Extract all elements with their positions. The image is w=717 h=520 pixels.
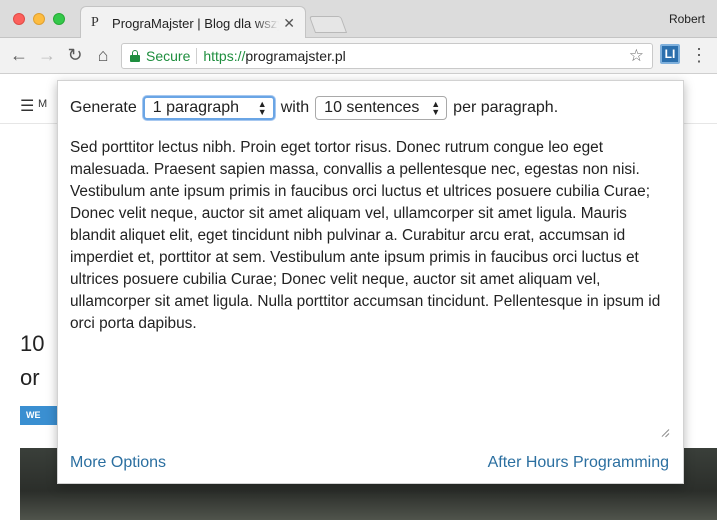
sentence-count-select[interactable]: 10 sentences ▲ ▼ — [315, 96, 448, 120]
url-host: programajster.pl — [245, 48, 346, 64]
tab-title: PrograMajster | Blog dla wszystkich — [112, 15, 279, 31]
generate-controls: Generate 1 paragraph ▲ ▼ with 10 sentence… — [70, 95, 558, 121]
favicon-icon: P — [91, 15, 99, 30]
after-hours-programming-link[interactable]: After Hours Programming — [488, 454, 669, 472]
select-updown-icon: ▲ ▼ — [257, 99, 267, 117]
home-icon[interactable]: ⌂ — [92, 44, 114, 66]
close-window-button[interactable] — [13, 13, 25, 25]
paragraph-count-select[interactable]: 1 paragraph ▲ ▼ — [142, 96, 275, 120]
reload-icon[interactable]: ↻ — [64, 44, 86, 66]
page-menu-label: M — [38, 98, 48, 110]
browser-menu-icon[interactable]: ⋮ — [690, 44, 708, 66]
forward-arrow-icon[interactable]: → — [36, 44, 58, 66]
paragraph-count-value: 1 paragraph — [152, 99, 240, 116]
article-heading-fragment-2[interactable]: or — [20, 365, 40, 391]
browser-tab[interactable]: P PrograMajster | Blog dla wszystkich ✕ — [80, 6, 306, 39]
hamburger-menu-icon[interactable]: ☰ — [20, 96, 34, 116]
lorem-ipsum-extension-icon[interactable]: LI — [660, 44, 680, 64]
generated-text-area[interactable]: Sed porttitor lectus nibh. Proin eget to… — [70, 137, 672, 439]
more-options-link[interactable]: More Options — [70, 454, 166, 472]
minimize-window-button[interactable] — [33, 13, 45, 25]
resize-handle-icon[interactable] — [659, 427, 669, 437]
lock-icon — [130, 50, 140, 62]
new-tab-button[interactable] — [308, 16, 348, 33]
tab-strip: P PrograMajster | Blog dla wszystkich ✕ … — [0, 0, 717, 39]
generate-label: Generate — [70, 99, 137, 116]
sentence-count-value: 10 sentences — [324, 99, 420, 116]
select-updown-icon: ▲ ▼ — [431, 99, 441, 117]
url-scheme: https:// — [203, 48, 246, 64]
close-tab-icon[interactable]: ✕ — [283, 15, 295, 32]
with-label: with — [280, 99, 310, 116]
bookmark-star-icon[interactable]: ☆ — [629, 46, 644, 66]
address-divider — [196, 48, 198, 64]
browser-window: P PrograMajster | Blog dla wszystkich ✕ … — [0, 0, 717, 520]
address-bar[interactable]: Secure https:// programajster.pl ☆ — [121, 43, 653, 69]
browser-toolbar: ← → ↻ ⌂ Secure https:// programajster.pl… — [0, 38, 717, 74]
back-arrow-icon[interactable]: ← — [8, 44, 30, 66]
secure-label: Secure — [146, 48, 191, 64]
category-badge[interactable]: WE — [20, 406, 58, 425]
zoom-window-button[interactable] — [53, 13, 65, 25]
per-paragraph-label: per paragraph. — [453, 99, 559, 116]
lorem-ipsum-popup: Generate 1 paragraph ▲ ▼ with 10 sentence… — [57, 80, 684, 484]
article-heading-fragment[interactable]: 10 — [20, 331, 44, 357]
profile-name[interactable]: Robert — [669, 12, 705, 26]
